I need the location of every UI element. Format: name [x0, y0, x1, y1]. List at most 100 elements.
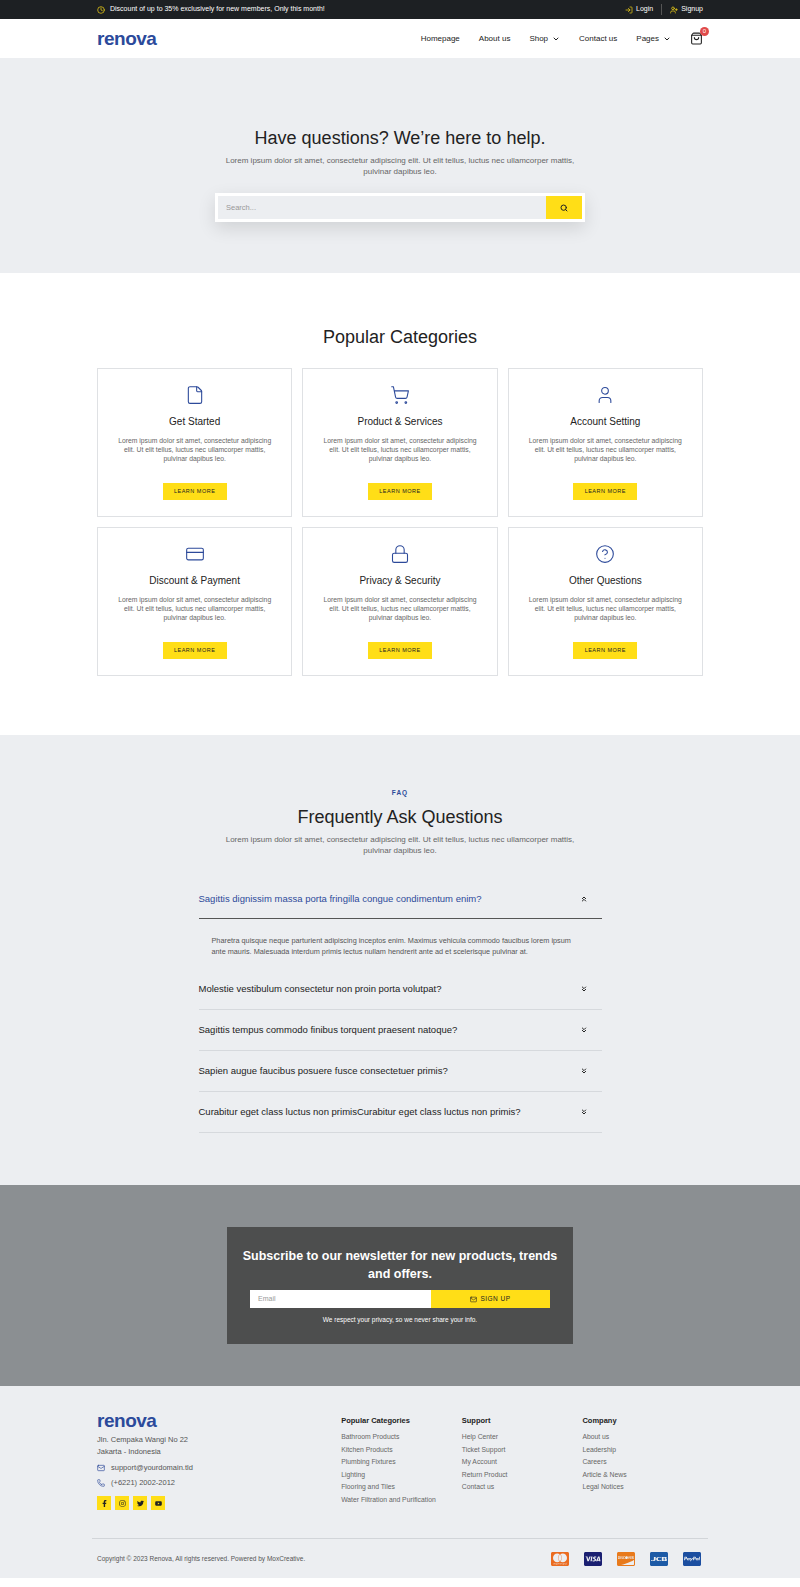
login-link[interactable]: Login [625, 4, 653, 15]
jcb-icon [648, 1551, 670, 1567]
instagram-icon [119, 1500, 126, 1507]
faq-question[interactable]: Sapien augue faucibus posuere fusce cons… [199, 1051, 602, 1091]
footer-column-title: Popular Categories [341, 1411, 462, 1431]
chevron-down-icon [663, 35, 671, 43]
address-line: Jakarta - Indonesia [97, 1446, 341, 1458]
learn-more-button[interactable]: LEARN MORE [163, 483, 227, 500]
footer-link[interactable]: Ticket Support [462, 1444, 583, 1457]
faq-title: Frequently Ask Questions [297, 805, 502, 829]
learn-more-button[interactable]: LEARN MORE [573, 642, 637, 659]
nav-link[interactable]: Homepage [421, 33, 460, 45]
youtube-icon [155, 1500, 162, 1507]
card-icon [185, 544, 205, 564]
login-icon [625, 6, 633, 14]
faq-item: Sagittis dignissim massa porta fringilla… [199, 880, 602, 969]
lock-icon [390, 544, 410, 564]
footer-link[interactable]: Careers [582, 1456, 703, 1469]
clock-icon [97, 6, 105, 14]
cart-button[interactable]: 0 [690, 32, 703, 45]
help-icon [595, 544, 615, 564]
chevrons-up-icon [580, 895, 588, 903]
footer-column-title: Support [462, 1411, 583, 1431]
learn-more-button[interactable]: LEARN MORE [163, 642, 227, 659]
user-plus-icon [670, 6, 678, 14]
social-button[interactable] [151, 1496, 165, 1510]
footer-link[interactable]: Kitchen Products [341, 1444, 462, 1457]
learn-more-button[interactable]: LEARN MORE [368, 642, 432, 659]
footer-link[interactable]: Leadership [582, 1444, 703, 1457]
social-button[interactable] [115, 1496, 129, 1510]
mail-icon [470, 1296, 477, 1303]
footer-link[interactable]: Lighting [341, 1469, 462, 1482]
visa-icon [582, 1551, 604, 1567]
privacy-note: We respect your privacy, so we never sha… [323, 1315, 477, 1324]
footer-link[interactable]: Help Center [462, 1431, 583, 1444]
promo: Discount of up to 35% exclusively for ne… [97, 4, 325, 15]
payment-methods [549, 1551, 703, 1567]
faq-question[interactable]: Sagittis tempus commodo finibus torquent… [199, 1010, 602, 1050]
faq-question[interactable]: Curabitur eget class luctus non primisCu… [199, 1092, 602, 1132]
top-bar: Discount of up to 35% exclusively for ne… [0, 0, 800, 19]
logo[interactable]: renova [97, 29, 156, 48]
footer-link[interactable]: Flooring and Tiles [341, 1481, 462, 1494]
footer-link[interactable]: Plumbing Fixtures [341, 1456, 462, 1469]
category-card: Account SettingLorem ipsum dolor sit ame… [508, 368, 703, 517]
footer-link[interactable]: Legal Notices [582, 1481, 703, 1494]
newsletter-title: Subscribe to our newsletter for new prod… [240, 1247, 560, 1283]
phone-icon [97, 1479, 105, 1487]
category-title: Other Questions [569, 574, 642, 587]
category-text: Lorem ipsum dolor sit amet, consectetur … [317, 595, 482, 622]
learn-more-button[interactable]: LEARN MORE [573, 483, 637, 500]
category-title: Account Setting [570, 415, 640, 428]
copyright: Copyright © 2023 Renova, All rights rese… [97, 1554, 305, 1564]
file-icon [185, 385, 205, 405]
discover-icon [615, 1551, 637, 1567]
chevron-down-icon [552, 35, 560, 43]
footer-column: Popular CategoriesBathroom ProductsKitch… [341, 1411, 462, 1510]
navbar: renova Homepage About us Shop Contact us Page… [0, 19, 800, 58]
faq-section: FAQFrequently Ask QuestionsLorem ipsum d… [0, 735, 800, 1185]
learn-more-button[interactable]: LEARN MORE [368, 483, 432, 500]
faq-question[interactable]: Molestie vestibulum consectetur non proi… [199, 969, 602, 1009]
email-input[interactable] [250, 1290, 431, 1308]
signup-button[interactable]: SIGN UP [431, 1290, 550, 1308]
hero-title: Have questions? We’re here to help. [255, 126, 546, 150]
category-card: Product & ServicesLorem ipsum dolor sit … [302, 368, 497, 517]
address-line: Jln. Cempaka Wangi No 22 [97, 1434, 341, 1446]
chevrons-down-icon [580, 1026, 588, 1034]
paypal-icon [681, 1551, 703, 1567]
search-button[interactable] [546, 196, 582, 219]
category-text: Lorem ipsum dolor sit amet, consectetur … [317, 436, 482, 463]
facebook-icon [101, 1500, 108, 1507]
faq-item: Sapien augue faucibus posuere fusce cons… [199, 1051, 602, 1092]
nav-link[interactable]: Pages [636, 33, 671, 45]
footer-link[interactable]: About us [582, 1431, 703, 1444]
footer-link[interactable]: Article & News [582, 1469, 703, 1482]
faq-question[interactable]: Sagittis dignissim massa porta fringilla… [199, 880, 602, 919]
social-button[interactable] [133, 1496, 147, 1510]
signup-link[interactable]: Signup [661, 4, 703, 15]
twitter-icon [137, 1500, 144, 1507]
nav-link[interactable]: Contact us [579, 33, 617, 45]
nav-link[interactable]: About us [479, 33, 511, 45]
page: Discount of up to 35% exclusively for ne… [0, 0, 800, 1578]
footer-link[interactable]: Contact us [462, 1481, 583, 1494]
category-card: Privacy & Security Lorem ipsum dolor sit … [302, 527, 497, 676]
chevrons-down-icon [580, 985, 588, 993]
footer-contact: renovaJln. Cempaka Wangi No 22Jakarta - … [97, 1411, 341, 1510]
footer-link[interactable]: Bathroom Products [341, 1431, 462, 1444]
category-card: Other Questions Lorem ipsum dolor sit ame… [508, 527, 703, 676]
category-title: Privacy & Security [359, 574, 440, 587]
social-button[interactable] [97, 1496, 111, 1510]
footer-email: support@yourdomain.tld [97, 1460, 341, 1475]
search-input[interactable] [218, 196, 546, 219]
faq-item: Curabitur eget class luctus non primisCu… [199, 1092, 602, 1133]
footer-link[interactable]: My Account [462, 1456, 583, 1469]
footer-link[interactable]: Water Filtration and Purification [341, 1494, 462, 1507]
category-text: Lorem ipsum dolor sit amet, consectetur … [523, 595, 688, 622]
chevrons-down-icon [580, 1108, 588, 1116]
hero: Have questions? We’re here to help.Lorem… [0, 58, 800, 273]
nav-link[interactable]: Shop [529, 33, 560, 45]
footer-link[interactable]: Return Product [462, 1469, 583, 1482]
faq-answer: Pharetra quisque neque parturient adipis… [199, 919, 602, 969]
